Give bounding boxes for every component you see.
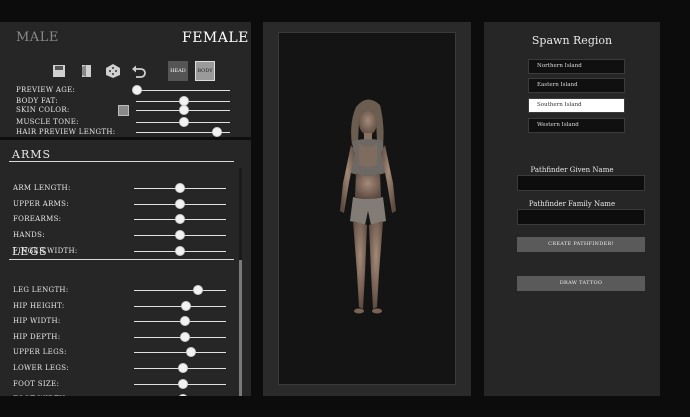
upper-arms-slider[interactable]: [175, 198, 185, 209]
randomize-dice-icon[interactable]: [104, 62, 122, 80]
undo-icon[interactable]: [130, 62, 148, 80]
upper-legs-label: UPPER LEGS:: [13, 348, 67, 357]
foot-size-slider[interactable]: [177, 378, 188, 389]
character-model-image: [340, 99, 396, 314]
hip-depth-slider[interactable]: [179, 331, 190, 342]
draw-tattoo-button[interactable]: DRAW TATTOO: [517, 276, 645, 291]
create-pathfinder-button[interactable]: CREATE PATHFINDER!: [517, 237, 645, 252]
leg-length-track[interactable]: [134, 290, 226, 291]
male-tab[interactable]: MALE: [16, 30, 59, 45]
arm-length-label: ARM LENGTH:: [13, 184, 71, 192]
muscle-tone-slider[interactable]: [179, 117, 189, 127]
body-fat-label: BODY FAT:: [16, 97, 58, 105]
leg-length-label: LEG LENGTH:: [13, 286, 69, 294]
hip-width-slider[interactable]: [179, 316, 190, 327]
hip-height-track[interactable]: [134, 305, 226, 307]
female-tab[interactable]: FEMALE: [182, 30, 249, 46]
body-button[interactable]: BODY: [195, 61, 215, 81]
arm-length-slider[interactable]: [175, 183, 185, 193]
upper-arms-label: UPPER ARMS:: [13, 199, 69, 208]
region-southern-island[interactable]: Southern Island: [528, 98, 625, 113]
hip-depth-label: HIP DEPTH:: [13, 332, 61, 341]
upper-legs-slider[interactable]: [186, 347, 197, 358]
preview-age-label: PREVIEW AGE:: [16, 86, 76, 94]
arms-section-rule: [9, 161, 234, 162]
skin-color-slider[interactable]: [179, 105, 189, 115]
upper-legs-track[interactable]: [134, 352, 226, 354]
finger-width-slider[interactable]: [175, 245, 185, 256]
body-customization-panel: MALE FEMALE HEAD BODY PREVIEW AGE: BODY …: [0, 22, 251, 396]
scrollbar-thumb[interactable]: [239, 260, 242, 396]
character-preview-viewport[interactable]: [278, 32, 456, 385]
region-eastern-island[interactable]: Eastern Island: [528, 78, 625, 93]
given-name-label: Pathfinder Given Name: [530, 166, 614, 174]
skin-color-label: SKIN COLOR:: [16, 106, 70, 114]
save-icon[interactable]: [50, 62, 68, 80]
skin-color-swatch[interactable]: [118, 105, 129, 116]
hands-label: HANDS:: [13, 231, 45, 240]
foot-width-slider[interactable]: [177, 394, 188, 396]
given-name-input[interactable]: [517, 175, 645, 191]
region-western-island[interactable]: Western Island: [528, 118, 625, 133]
family-name-input[interactable]: [517, 209, 645, 225]
spawn-region-title: Spawn Region: [531, 34, 613, 47]
hip-height-label: HIP HEIGHT:: [13, 301, 65, 310]
load-icon[interactable]: [77, 62, 95, 80]
foot-size-label: FOOT SIZE:: [13, 379, 60, 388]
forearms-slider[interactable]: [175, 214, 185, 225]
head-button[interactable]: HEAD: [168, 61, 188, 81]
hip-height-slider[interactable]: [181, 300, 192, 311]
hair-preview-length-label: HAIR PREVIEW LENGTH:: [16, 128, 116, 136]
muscle-tone-label: MUSCLE TONE:: [16, 118, 79, 126]
region-northern-island[interactable]: Northern Island: [528, 59, 625, 74]
lower-legs-slider[interactable]: [177, 363, 188, 373]
body-parts-scroll-area[interactable]: ARMS ARM LENGTH: UPPER ARMS: FOREARMS: HAND…: [0, 140, 251, 396]
preview-age-track[interactable]: [136, 90, 230, 91]
legs-section-rule: [9, 259, 234, 260]
foot-width-label: FOOT WIDTH:: [13, 395, 68, 396]
forearms-label: FOREARMS:: [13, 215, 62, 224]
arms-section-title: ARMS: [12, 148, 52, 161]
hair-preview-length-slider[interactable]: [211, 127, 222, 137]
character-preview-panel: [263, 22, 471, 396]
preview-age-slider[interactable]: [132, 85, 142, 95]
hip-width-label: HIP WIDTH:: [13, 317, 61, 326]
leg-length-slider[interactable]: [193, 285, 204, 295]
spawn-settings-panel: Spawn Region Northern Island Eastern Isl…: [484, 22, 660, 396]
family-name-label: Pathfinder Family Name: [528, 200, 616, 208]
lower-legs-label: LOWER LEGS:: [13, 364, 69, 372]
legs-section-title: LEGS: [12, 245, 48, 258]
hands-slider[interactable]: [175, 230, 185, 241]
